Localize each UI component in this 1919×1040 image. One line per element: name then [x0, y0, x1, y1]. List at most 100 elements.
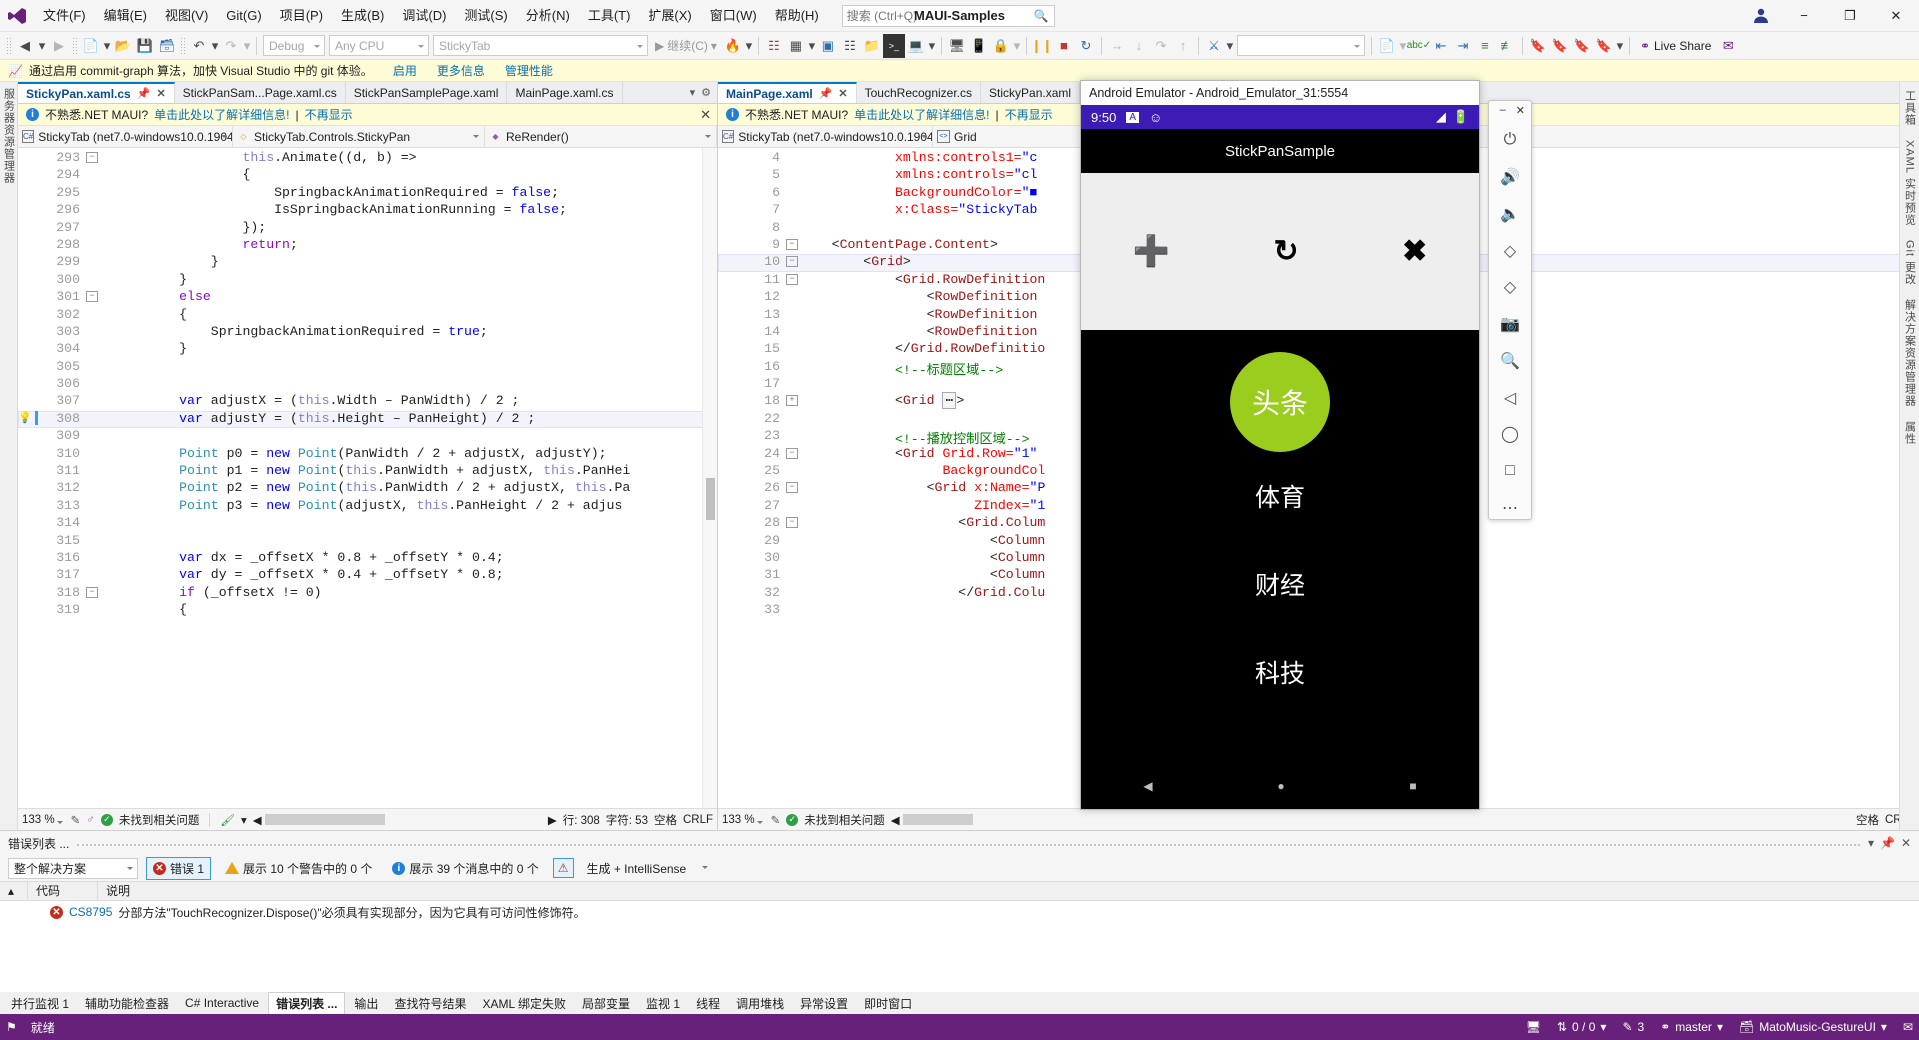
new-project-icon[interactable]: 📄: [80, 34, 102, 58]
code-cleanup-dropdown-icon[interactable]: ▾: [241, 813, 247, 827]
tab-stickpansamplepage-xaml[interactable]: StickPanSamplePage.xaml: [346, 82, 508, 103]
status-preview-icon[interactable]: 🖥: [1526, 1020, 1541, 1034]
more-icon[interactable]: ⋯: [1495, 496, 1525, 519]
intellicode-icon[interactable]: ♂: [86, 814, 95, 826]
account-icon[interactable]: [1741, 0, 1781, 32]
insert-mode-icon[interactable]: ✎: [771, 813, 781, 827]
menu-git[interactable]: Git(G): [217, 0, 270, 32]
close-icon[interactable]: ✕: [838, 87, 847, 100]
git-manage-perf-link[interactable]: 管理性能: [505, 62, 553, 79]
panel-pin-icon[interactable]: 📌: [1880, 836, 1895, 850]
tab-stickpansample-page-xaml-cs[interactable]: StickPanSam...Page.xaml.cs: [175, 82, 346, 103]
dock-tab-exception-settings[interactable]: 异常设置: [793, 993, 855, 1014]
menu-edit[interactable]: 编辑(E): [95, 0, 156, 32]
fold-toggle[interactable]: −: [784, 237, 800, 252]
dock-tab-parallel-watch[interactable]: 并行监视 1: [4, 993, 76, 1014]
bookmark-clear-icon[interactable]: 🔖: [1593, 34, 1615, 58]
fold-toggle[interactable]: −: [784, 446, 800, 461]
refresh-icon[interactable]: ↻: [1274, 234, 1299, 269]
undo-icon[interactable]: ↶: [188, 34, 210, 58]
breakpoint-gutter[interactable]: 💡: [18, 411, 38, 425]
panel-close-icon[interactable]: ✕: [1901, 836, 1911, 850]
feedback-icon[interactable]: ✉: [1717, 34, 1739, 58]
rotate-right-icon[interactable]: ◇: [1495, 276, 1525, 299]
back-icon[interactable]: ◁: [1495, 386, 1525, 409]
bookmark-icon[interactable]: 🔖: [1527, 34, 1549, 58]
close-icon[interactable]: ✕: [156, 87, 165, 100]
pin-icon[interactable]: 📌: [819, 87, 833, 100]
spellcheck-icon[interactable]: abc✓: [1408, 34, 1430, 58]
dock-tab-csharp-interactive[interactable]: C# Interactive: [178, 994, 266, 1012]
dock-tab-output[interactable]: 输出: [347, 993, 385, 1014]
hscroll-thumb[interactable]: [265, 814, 385, 825]
tab-stickypan-xaml-cs[interactable]: StickyPan.xaml.cs 📌 ✕: [18, 82, 175, 103]
fold-toggle[interactable]: −: [784, 272, 800, 287]
status-source-changes[interactable]: ⇅ 0 / 0 ▾: [1557, 1020, 1606, 1034]
quick-launch-search[interactable]: 搜索 (Ctrl+Q) 🔍: [842, 5, 1055, 27]
pin-icon[interactable]: 📌: [137, 87, 151, 100]
status-feedback-icon[interactable]: ✉: [1903, 1020, 1913, 1034]
scope-combo[interactable]: 整个解决方案: [8, 858, 138, 879]
hot-reload-dropdown-icon[interactable]: ▾: [744, 34, 754, 58]
info-learn-more-link[interactable]: 单击此处以了解详细信息!: [154, 106, 289, 123]
navigate-backward-icon[interactable]: ◀: [14, 34, 36, 58]
toolbar-grip[interactable]: [6, 37, 12, 55]
hot-reload-icon[interactable]: 🔥: [722, 34, 744, 58]
menu-build[interactable]: 生成(B): [332, 0, 393, 32]
rotate-left-icon[interactable]: ◇: [1495, 239, 1525, 262]
build-filter-combo[interactable]: 生成 + IntelliSense: [582, 858, 712, 879]
menu-test[interactable]: 测试(S): [455, 0, 516, 32]
toolbar-grip-2[interactable]: [72, 37, 78, 55]
menu-help[interactable]: 帮助(H): [766, 0, 828, 32]
dock-tab-find-symbol-results[interactable]: 查找符号结果: [387, 993, 473, 1014]
step-over-icon[interactable]: →: [1106, 34, 1128, 58]
right-zoom-level[interactable]: 133 %: [722, 814, 765, 826]
server-explorer-rail[interactable]: 服务器资源管理器: [0, 82, 18, 830]
fold-toggle[interactable]: −: [784, 515, 800, 530]
uncomment-block-icon[interactable]: ≢: [1496, 34, 1518, 58]
tab-list-icon[interactable]: ▾: [690, 86, 696, 99]
comment-icon[interactable]: 📄: [1376, 34, 1398, 58]
left-vertical-scrollbar[interactable]: [702, 148, 717, 808]
minimize-button[interactable]: −: [1781, 0, 1827, 32]
left-code-area[interactable]: 293− this.Animate((d, b) =>294 {295 Spri…: [18, 148, 717, 808]
show-layout-adorners-icon[interactable]: ☷: [839, 34, 861, 58]
tab-stickypan-xaml[interactable]: StickyPan.xaml: [981, 82, 1080, 103]
col-code[interactable]: 代码: [28, 881, 98, 901]
nav-project-combo[interactable]: C# StickyTab (net7.0-windows10.0.19041.0…: [718, 126, 933, 147]
dock-tab-immediate-window[interactable]: 即时窗口: [857, 993, 919, 1014]
add-icon[interactable]: ➕: [1133, 234, 1170, 269]
thread-dropdown-icon[interactable]: ▾: [1225, 34, 1235, 58]
xaml-hot-reload-icon[interactable]: ▣: [817, 34, 839, 58]
messages-filter-chip[interactable]: i 展示 39 个消息中的 0 个: [386, 858, 544, 879]
hscroll-right-arrow[interactable]: ▶: [548, 813, 557, 827]
info-close-icon[interactable]: ✕: [700, 107, 711, 123]
close-button[interactable]: ✕: [1873, 0, 1919, 32]
emulator-minimize-icon[interactable]: –: [1496, 103, 1510, 118]
close-x-icon[interactable]: ✖: [1402, 234, 1427, 269]
redo-icon[interactable]: ↷: [220, 34, 242, 58]
dock-tab-threads[interactable]: 线程: [689, 993, 727, 1014]
device-icon[interactable]: 💻: [905, 34, 927, 58]
power-icon[interactable]: ⏻: [1495, 129, 1525, 152]
rail-git-changes[interactable]: Git 更改: [1902, 240, 1918, 285]
device-dropdown-icon[interactable]: ▾: [927, 34, 937, 58]
dock-tab-watch[interactable]: 监视 1: [639, 993, 687, 1014]
step-into-icon[interactable]: ↓: [1128, 34, 1150, 58]
fold-toggle[interactable]: −: [84, 585, 100, 600]
menu-debug[interactable]: 调试(D): [393, 0, 455, 32]
bookmark-dropdown-icon[interactable]: ▾: [1615, 34, 1625, 58]
undo-dropdown-icon[interactable]: ▾: [210, 34, 220, 58]
nav-type-combo[interactable]: ◇ StickyTab.Controls.StickyPan: [233, 126, 485, 147]
navigate-backward-dropdown-icon[interactable]: ▾: [36, 34, 48, 58]
left-horizontal-scrollbar[interactable]: ◀ ▶: [253, 814, 557, 826]
error-settings-button[interactable]: ⚠: [553, 858, 574, 878]
emulator-close-icon[interactable]: ✕: [1512, 103, 1529, 118]
volume-up-icon[interactable]: 🔊: [1495, 166, 1525, 189]
settings-gear-icon[interactable]: ⚙: [701, 86, 711, 99]
table-row[interactable]: ✕ CS8795 分部方法"TouchRecognizer.Dispose()"…: [0, 901, 1919, 923]
status-notify-icon[interactable]: ⚑: [6, 1020, 17, 1034]
navigate-forward-icon[interactable]: ▶: [48, 34, 70, 58]
hscroll-thumb[interactable]: [903, 814, 973, 825]
menu-project[interactable]: 项目(P): [271, 0, 332, 32]
